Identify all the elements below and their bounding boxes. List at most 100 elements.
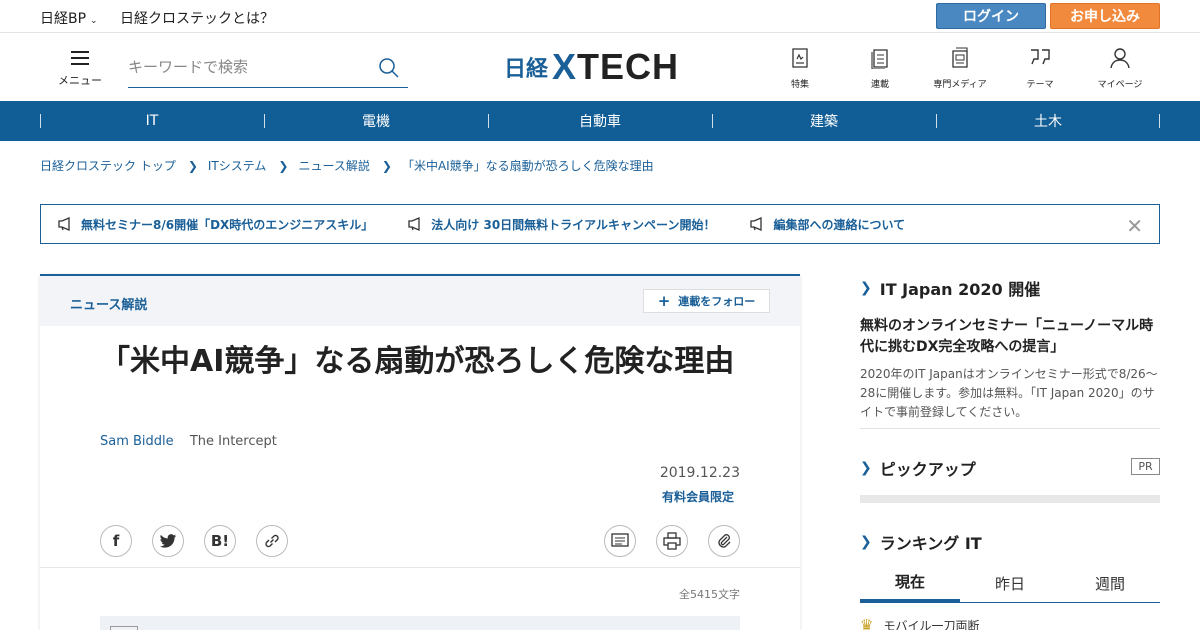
link-icon — [265, 534, 279, 548]
breadcrumb: 日経クロステック トップ ❯ ITシステム ❯ ニュース解説 ❯ 「米中AI競争… — [40, 157, 654, 174]
promo-description: 2020年のIT Japanはオンラインセミナー形式で8/26～28に開催します… — [860, 367, 1158, 419]
about-link[interactable]: 日経クロステックとは？ — [120, 8, 274, 28]
megaphone-icon — [58, 217, 70, 231]
close-icon[interactable]: ✕ — [1126, 214, 1143, 238]
comment-button[interactable] — [604, 525, 636, 557]
notice-bar: 無料セミナー8/6開催「DX時代のエンジニアスキル」 法人向け 30日間無料トラ… — [40, 204, 1160, 244]
hatena-bookmark-button[interactable]: B! — [204, 525, 236, 557]
plus-icon: + — [657, 292, 671, 310]
nav-theme-label: テーマ — [1026, 80, 1054, 90]
article-byline: Sam Biddle The Intercept — [100, 434, 277, 449]
tab-now[interactable]: 現在 — [860, 564, 960, 602]
breadcrumb-current[interactable]: 「米中AI競争」なる扇動が恐ろしく危険な理由 — [402, 157, 654, 174]
ranking-tabs: 現在 昨日 週間 — [860, 564, 1160, 603]
divider — [40, 567, 800, 568]
logo-nikkei: 日経 — [504, 57, 549, 82]
notice-text: 法人向け 30日間無料トライアルキャンペーン開始！ — [431, 217, 716, 232]
notice-item[interactable]: 無料セミナー8/6開催「DX時代のエンジニアスキル」 — [57, 216, 373, 233]
category-civil-engineering[interactable]: 土木 — [936, 101, 1160, 141]
paperclip-icon — [718, 534, 731, 548]
series-link[interactable]: ニュース解説 — [70, 294, 147, 313]
nav-feature[interactable]: 特集 — [765, 47, 835, 90]
article-header: ニュース解説 + 連載をフォロー — [40, 276, 800, 326]
notice-text: 編集部への連絡について — [773, 217, 906, 232]
article-card: ニュース解説 + 連載をフォロー 「米中AI競争」なる扇動が恐ろしく危険な理由 S… — [40, 274, 800, 630]
print-icon — [663, 532, 681, 550]
breadcrumb-it-system[interactable]: ITシステム — [208, 157, 267, 174]
menu-button[interactable]: メニュー — [56, 51, 104, 91]
box-tag — [110, 626, 138, 630]
nav-mypage[interactable]: マイページ — [1085, 47, 1155, 90]
paid-members-badge: 有料会員限定 — [661, 490, 734, 504]
site-logo[interactable]: 日経 XTECH — [504, 46, 679, 87]
nikkei-bp-label: 日経BP — [40, 11, 87, 27]
ranking-item[interactable]: ♛ モバイル一刀両断 — [860, 616, 979, 630]
nav-media-label: 専門メディア — [933, 80, 987, 90]
nav-feature-label: 特集 — [790, 80, 809, 90]
search-input[interactable] — [128, 51, 368, 83]
character-count: 全5415文字 — [679, 588, 740, 601]
nikkei-bp-menu[interactable]: 日経BP ⌄ — [40, 8, 98, 28]
category-automotive[interactable]: 自動車 — [488, 101, 712, 141]
chevron-right-icon: ❯ — [860, 534, 872, 550]
tab-yesterday[interactable]: 昨日 — [960, 564, 1060, 602]
menu-label: メニュー — [58, 74, 102, 87]
category-it[interactable]: IT — [40, 101, 264, 141]
search-box — [128, 51, 408, 88]
chevron-right-icon: ❯ — [860, 460, 872, 476]
section-title: IT Japan 2020 開催 — [879, 280, 1041, 299]
megaphone-icon — [408, 217, 420, 231]
search-icon[interactable] — [378, 57, 400, 83]
hamburger-icon — [71, 51, 89, 65]
follow-label: 連載をフォロー — [678, 295, 756, 308]
facebook-share-button[interactable]: f — [100, 525, 132, 557]
login-button[interactable]: ログイン — [936, 3, 1046, 29]
chevron-down-icon: ⌄ — [90, 16, 98, 26]
outlet-name: The Intercept — [189, 434, 277, 449]
nav-media[interactable]: 専門メディア — [925, 47, 995, 90]
section-it-japan[interactable]: ❯ IT Japan 2020 開催 — [860, 276, 1040, 300]
section-pickup[interactable]: ❯ ピックアップ — [860, 456, 976, 480]
twitter-icon — [159, 533, 177, 548]
theme-icon — [1005, 47, 1075, 71]
article-title: 「米中AI競争」なる扇動が恐ろしく危険な理由 — [100, 344, 735, 379]
notice-item[interactable]: 法人向け 30日間無料トライアルキャンペーン開始！ — [407, 216, 715, 233]
comment-icon — [611, 533, 629, 547]
section-ranking[interactable]: ❯ ランキング IT — [860, 530, 982, 554]
nav-mypage-label: マイページ — [1097, 80, 1143, 90]
notice-item[interactable]: 編集部への連絡について — [749, 216, 905, 233]
pr-badge: PR — [1131, 458, 1160, 475]
author-link[interactable]: Sam Biddle — [100, 434, 174, 449]
content-box — [100, 616, 740, 630]
user-icon — [1085, 47, 1155, 71]
media-icon — [925, 47, 995, 71]
breadcrumb-news[interactable]: ニュース解説 — [298, 157, 369, 174]
clip-button[interactable] — [708, 525, 740, 557]
notice-text: 無料セミナー8/6開催「DX時代のエンジニアスキル」 — [81, 217, 374, 232]
pickup-placeholder — [860, 495, 1160, 503]
category-architecture[interactable]: 建築 — [712, 101, 936, 141]
print-button[interactable] — [656, 525, 688, 557]
tab-weekly[interactable]: 週間 — [1060, 564, 1160, 602]
nav-theme[interactable]: テーマ — [1005, 47, 1075, 90]
publish-date: 2019.12.23 — [659, 465, 740, 481]
section-title: ランキング IT — [879, 534, 982, 553]
signup-button[interactable]: お申し込み — [1050, 3, 1160, 29]
section-title: ピックアップ — [879, 460, 976, 479]
copy-link-button[interactable] — [256, 525, 288, 557]
follow-series-button[interactable]: + 連載をフォロー — [643, 289, 770, 313]
breadcrumb-top[interactable]: 日経クロステック トップ — [40, 157, 176, 174]
nav-series-label: 連載 — [870, 80, 889, 90]
feature-icon — [765, 47, 835, 71]
crown-icon: ♛ — [860, 616, 874, 630]
chevron-right-icon: ❯ — [278, 158, 289, 173]
top-bar: 日経BP ⌄ 日経クロステックとは？ ログイン お申し込み — [0, 0, 1200, 33]
divider — [860, 428, 1160, 429]
category-electronics[interactable]: 電機 — [264, 101, 488, 141]
hatena-icon: B! — [210, 532, 230, 550]
nav-series[interactable]: 連載 — [845, 47, 915, 90]
site-header: メニュー 日経 XTECH 特集 連載 専門メディア テーマ マイページ — [0, 33, 1200, 101]
twitter-share-button[interactable] — [152, 525, 184, 557]
promo-title[interactable]: 無料のオンラインセミナー「ニューノーマル時代に挑むDX完全攻略への提言」 — [860, 316, 1160, 358]
megaphone-icon — [750, 217, 763, 231]
